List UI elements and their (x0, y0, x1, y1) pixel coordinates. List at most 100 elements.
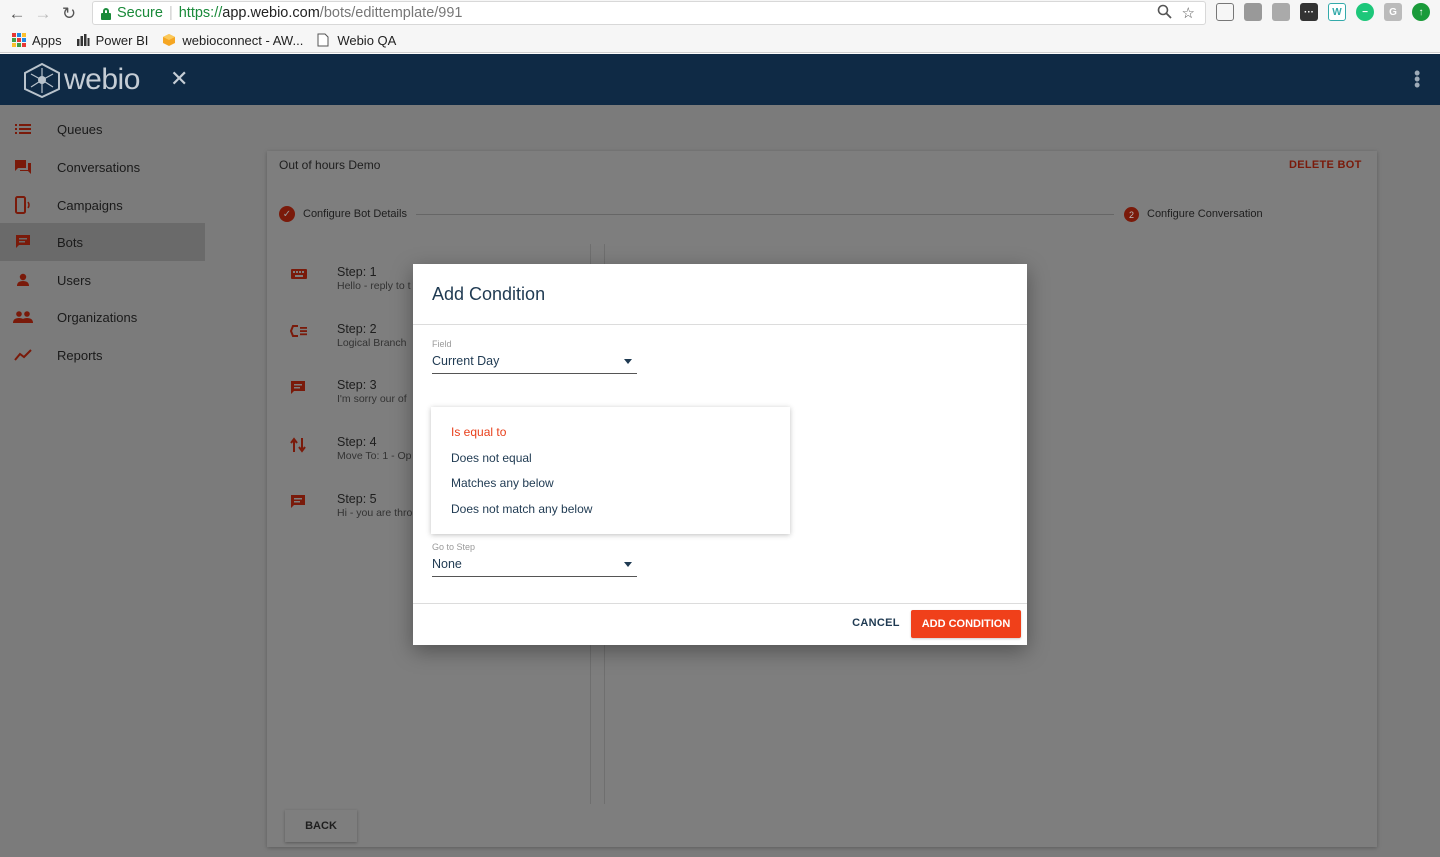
webio-logo[interactable]: webio (22, 62, 140, 99)
menu-item-does-not-match-any-below[interactable]: Does not match any below (451, 502, 592, 516)
close-sidebar-icon[interactable]: ✕ (170, 66, 188, 92)
goto-step-select[interactable]: None (432, 555, 637, 577)
extension-icon[interactable]: G (1384, 3, 1402, 21)
bookmark-power-bi[interactable]: Power BI (76, 32, 149, 48)
step-subtitle: Logical Branch (337, 337, 407, 349)
step-subtitle: Hi - you are thro (337, 507, 413, 519)
phone-broadcast-icon (13, 195, 33, 215)
app-header: webio ✕ • • • (0, 54, 1440, 105)
menu-item-is-equal-to[interactable]: Is equal to (451, 425, 506, 439)
menu-item-does-not-equal[interactable]: Does not equal (451, 451, 532, 465)
reload-icon[interactable]: ↻ (56, 2, 82, 26)
url-separator: | (168, 5, 173, 21)
step-title: Step: 5 (337, 492, 377, 506)
sidebar-item-reports[interactable]: Reports (0, 336, 205, 374)
step-title: Step: 2 (337, 322, 377, 336)
cancel-button[interactable]: CANCEL (849, 613, 903, 633)
sidebar-item-conversations[interactable]: Conversations (0, 148, 205, 186)
sidebar-item-label: Reports (57, 347, 103, 363)
dialog-divider (413, 324, 1027, 325)
stepper-number: 2 (1124, 207, 1139, 222)
operator-dropdown-menu: Is equal to Does not equal Matches any b… (431, 407, 790, 534)
address-bar[interactable]: Secure | https:// app.webio.com /bots/ed… (92, 1, 1206, 25)
bookmark-webioconnect[interactable]: webioconnect - AW... (162, 33, 303, 48)
step-subtitle: Hello - reply to t (337, 280, 411, 292)
hexagon-logo-icon (22, 62, 62, 99)
people-icon (13, 307, 33, 327)
menu-item-matches-any-below[interactable]: Matches any below (451, 476, 554, 490)
swap-icon (290, 437, 310, 453)
secure-label: Secure (117, 5, 163, 21)
sidebar-item-label: Conversations (57, 159, 141, 175)
drive-icon[interactable] (1272, 3, 1290, 21)
goto-step-label: Go to Step (432, 542, 476, 552)
star-icon[interactable]: ☆ (1182, 4, 1195, 23)
extension-icon[interactable]: ··· (1300, 3, 1318, 21)
field-select[interactable]: Current Day (432, 352, 637, 374)
extension-icon[interactable]: − (1356, 3, 1374, 21)
url-scheme: https:// (178, 5, 223, 21)
add-condition-dialog: Add Condition Field Current Day Is equal… (413, 264, 1027, 645)
back-arrow-icon[interactable]: ← (4, 2, 30, 26)
page-icon (317, 33, 331, 47)
extension-icon[interactable] (1244, 3, 1262, 21)
delete-bot-button[interactable]: DELETE BOT (1289, 159, 1362, 171)
sidebar-item-label: Users (57, 272, 91, 288)
extension-icon[interactable]: W (1328, 3, 1346, 21)
trend-icon (13, 345, 33, 365)
back-button[interactable]: BACK (285, 810, 357, 842)
update-icon[interactable]: ↑ (1412, 3, 1430, 21)
step-subtitle: I'm sorry our of (337, 393, 407, 405)
add-condition-button[interactable]: ADD CONDITION (911, 610, 1021, 638)
aws-cube-icon (162, 33, 176, 47)
browser-toolbar: ← → ↻ Secure | https:// app.webio.com /b… (0, 0, 1440, 28)
logo-text: webio (64, 63, 140, 96)
cast-icon[interactable] (1216, 3, 1234, 21)
sidebar-item-organizations[interactable]: Organizations (0, 298, 205, 336)
field-select-value: Current Day (432, 354, 500, 368)
keyboard-icon (290, 267, 310, 283)
stepper-step-1[interactable]: Configure Bot Details (303, 208, 407, 220)
bookmarks-bar: Apps Power BI webioconnect - AW... Webio… (0, 28, 1440, 53)
sidebar-item-label: Organizations (57, 309, 138, 325)
zoom-icon[interactable] (1157, 4, 1172, 23)
step-title: Step: 4 (337, 435, 377, 449)
sidebar-item-label: Campaigns (57, 197, 123, 213)
url-host: app.webio.com (222, 5, 320, 21)
stepper-connector (416, 214, 1114, 215)
bookmark-webio-qa[interactable]: Webio QA (317, 33, 396, 48)
bookmark-apps[interactable]: Apps (12, 33, 62, 48)
sidebar-item-campaigns[interactable]: Campaigns (0, 186, 205, 224)
bookmark-label: Power BI (95, 32, 149, 48)
dialog-title: Add Condition (432, 284, 546, 304)
sidebar: Queues Conversations Campaigns Bots User… (0, 105, 205, 857)
sidebar-item-queues[interactable]: Queues (0, 110, 205, 148)
sidebar-item-users[interactable]: Users (0, 261, 205, 299)
person-icon (13, 270, 33, 290)
bot-title: Out of hours Demo (279, 158, 381, 172)
apps-grid-icon (12, 33, 26, 47)
stepper-step-2[interactable]: Configure Conversation (1147, 208, 1263, 220)
message-icon (290, 494, 310, 510)
forward-arrow-icon[interactable]: → (30, 2, 56, 26)
chat-bubbles-icon (13, 157, 33, 177)
sidebar-item-label: Queues (57, 121, 103, 137)
step-title: Step: 1 (337, 265, 377, 279)
sidebar-item-label: Bots (57, 234, 84, 250)
bookmark-label: Apps (32, 32, 62, 48)
list-icon (13, 119, 33, 139)
url-path: /bots/edittemplate/991 (319, 5, 463, 21)
message-icon (290, 380, 310, 396)
branch-icon (289, 324, 310, 340)
more-menu-icon[interactable]: • • • (1414, 64, 1420, 94)
sidebar-item-bots[interactable]: Bots (0, 223, 205, 261)
step-title: Step: 3 (337, 378, 377, 392)
bookmark-label: webioconnect - AW... (182, 32, 304, 48)
check-icon: ✓ (279, 206, 295, 222)
step-subtitle: Move To: 1 - Op (337, 450, 412, 462)
bookmark-label: Webio QA (337, 32, 397, 48)
caret-down-icon (624, 359, 632, 364)
goto-step-value: None (432, 557, 462, 571)
lock-icon (101, 7, 111, 20)
dialog-divider (413, 603, 1027, 604)
